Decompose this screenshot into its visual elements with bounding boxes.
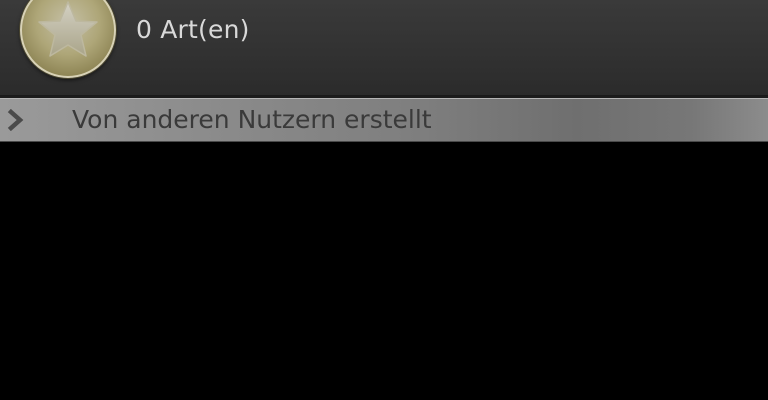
- species-list-item[interactable]: 0 Art(en): [0, 0, 768, 96]
- species-count-label: 0 Art(en): [136, 15, 250, 44]
- chevron-right-icon: [7, 109, 24, 131]
- empty-content-area: [0, 142, 768, 400]
- section-header-other-users[interactable]: Von anderen Nutzern erstellt: [0, 98, 768, 142]
- screen: 0 Art(en) Von anderen Nutzern erstellt: [0, 0, 768, 400]
- section-header-label: Von anderen Nutzern erstellt: [72, 105, 432, 134]
- star-icon: [38, 1, 98, 57]
- star-badge: [20, 0, 116, 78]
